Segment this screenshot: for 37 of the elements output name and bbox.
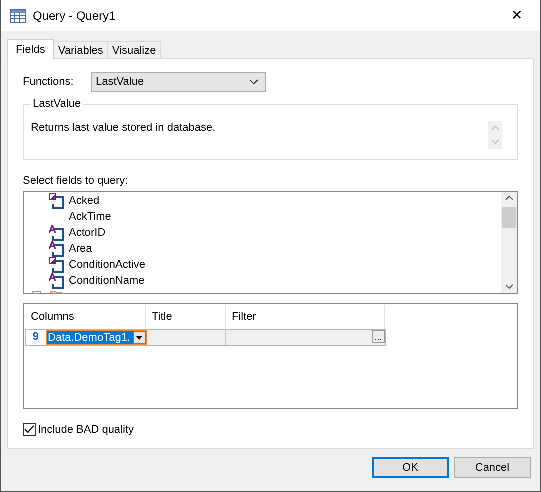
tab[interactable]: Fields [7,39,54,60]
browse-button[interactable]: ... [372,330,385,343]
close-button[interactable]: ✕ [494,0,540,31]
text-field-icon [49,241,64,257]
caret-icon [136,336,143,340]
checkbox-label: Include BAD quality [38,424,134,436]
chevron-down-icon [249,79,259,85]
fields-label: Select fields to query: [23,175,130,187]
dialog-button[interactable]: OK [372,457,449,478]
window-title: Query - Query1 [33,8,117,22]
table-icon [10,8,26,22]
boolean-field-icon [49,257,64,273]
chevron-down-icon[interactable] [504,284,514,290]
chevron-up-icon[interactable] [504,195,514,201]
field-item[interactable]: ConditionActive [69,259,146,271]
scrollbar[interactable] [501,192,517,293]
boolean-field-icon [49,193,64,209]
group-legend: LastValue [31,98,84,110]
column-header: Filter [226,305,385,329]
table-cell[interactable] [146,330,226,345]
field-item[interactable]: ActorID [69,227,106,239]
row-marker: 9 [32,330,40,345]
functions-label: Functions: [23,76,75,88]
field-item[interactable]: ConditionName [69,275,145,287]
description-text: Returns last value stored in database. [31,122,216,134]
dialog-button[interactable]: Cancel [454,457,531,478]
checkbox[interactable] [23,423,36,436]
field-item[interactable]: AckTime [69,211,112,223]
column-dropdown[interactable]: Data.DemoTag1. [46,330,147,345]
field-item[interactable]: Acked [69,195,100,207]
column-header: Title [146,305,226,329]
field-item[interactable]: Area [69,243,92,255]
text-field-icon [49,273,64,289]
column-header: Columns [25,305,146,329]
functions-dropdown[interactable]: LastValue [91,72,266,92]
scroll-thumb[interactable] [502,207,516,228]
text-field-icon [49,225,64,241]
